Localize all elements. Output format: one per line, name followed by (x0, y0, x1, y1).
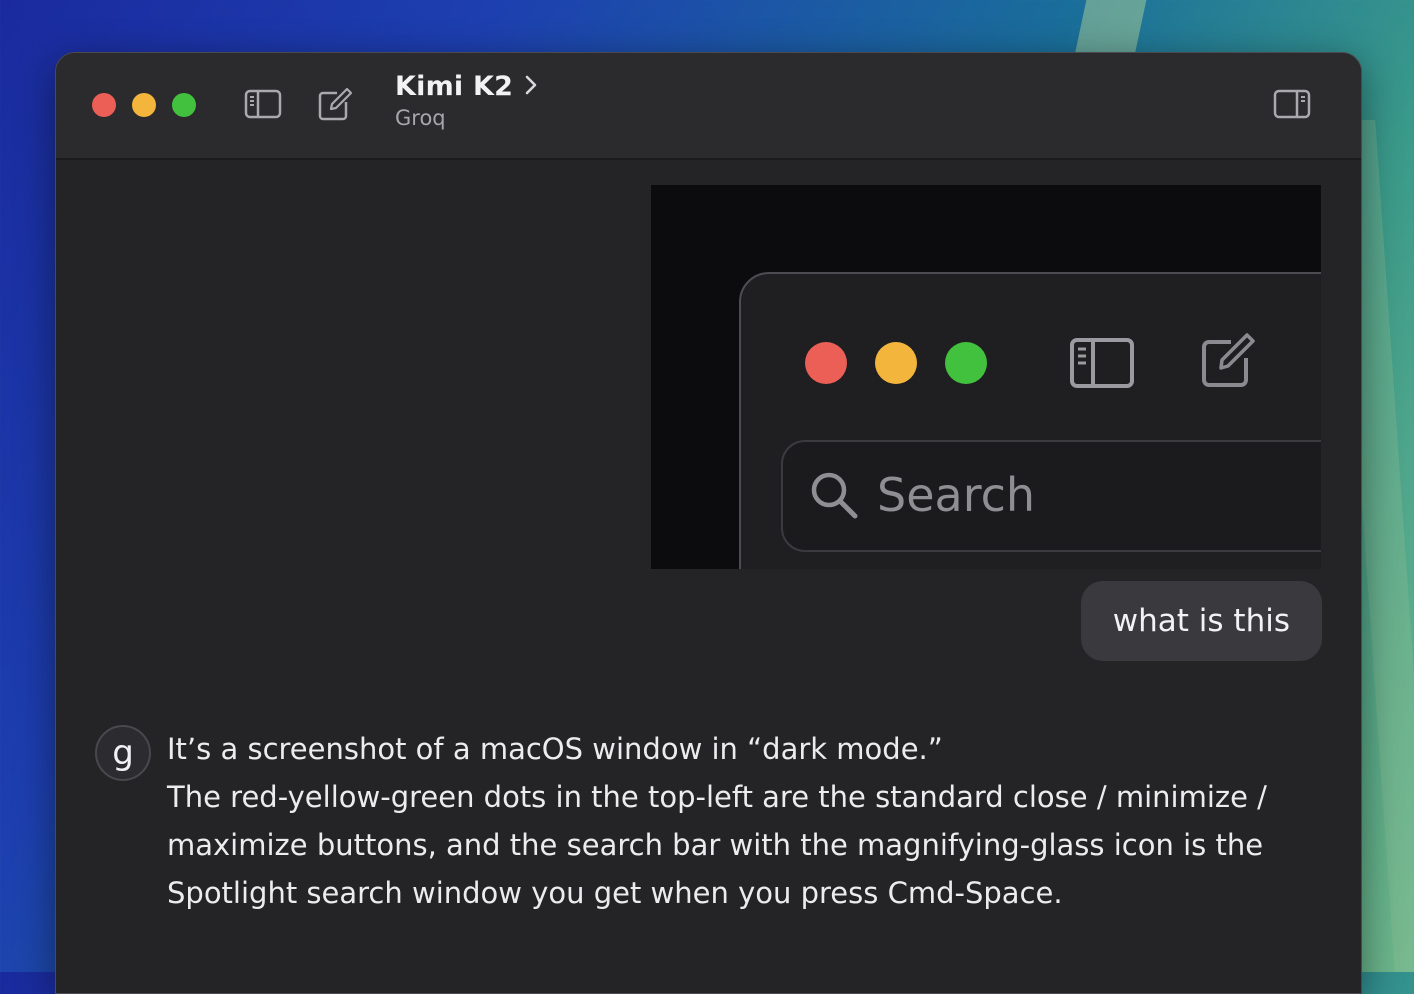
chevron-right-icon (523, 74, 539, 100)
app-window: Kimi K2 Groq Search what is this g It’s … (55, 52, 1362, 994)
screenshot-close-light (805, 342, 847, 384)
model-title: Kimi K2 (395, 71, 514, 102)
title-bar: Kimi K2 Groq (56, 53, 1361, 160)
maximize-button[interactable] (172, 93, 196, 117)
wallpaper-stripe (1073, 0, 1147, 60)
assistant-line: The red-yellow-green dots in the top-lef… (167, 780, 1267, 910)
conversation-header[interactable]: Kimi K2 Groq (395, 71, 539, 130)
screenshot-search-bar: Search (781, 440, 1321, 552)
minimize-button[interactable] (132, 93, 156, 117)
provider-subtitle: Groq (395, 106, 446, 130)
magnifying-glass-icon (809, 470, 859, 524)
screenshot-search-placeholder: Search (877, 468, 1036, 522)
sidebar-toggle-icon[interactable] (244, 87, 282, 125)
assistant-line: It’s a screenshot of a macOS window in “… (167, 732, 943, 766)
attached-screenshot-image[interactable]: Search (651, 185, 1321, 569)
assistant-avatar: g (95, 725, 151, 781)
screenshot-minimize-light (875, 342, 917, 384)
right-panel-icon[interactable] (1273, 87, 1311, 125)
user-message-text: what is this (1112, 603, 1290, 639)
assistant-message: It’s a screenshot of a macOS window in “… (167, 725, 1297, 917)
user-message-bubble: what is this (1080, 581, 1322, 661)
screenshot-sidebar-icon (1069, 336, 1135, 396)
screenshot-window: Search (739, 272, 1321, 569)
screenshot-compose-icon (1199, 330, 1257, 394)
screenshot-maximize-light (945, 342, 987, 384)
close-button[interactable] (92, 93, 116, 117)
compose-icon[interactable] (317, 87, 353, 127)
